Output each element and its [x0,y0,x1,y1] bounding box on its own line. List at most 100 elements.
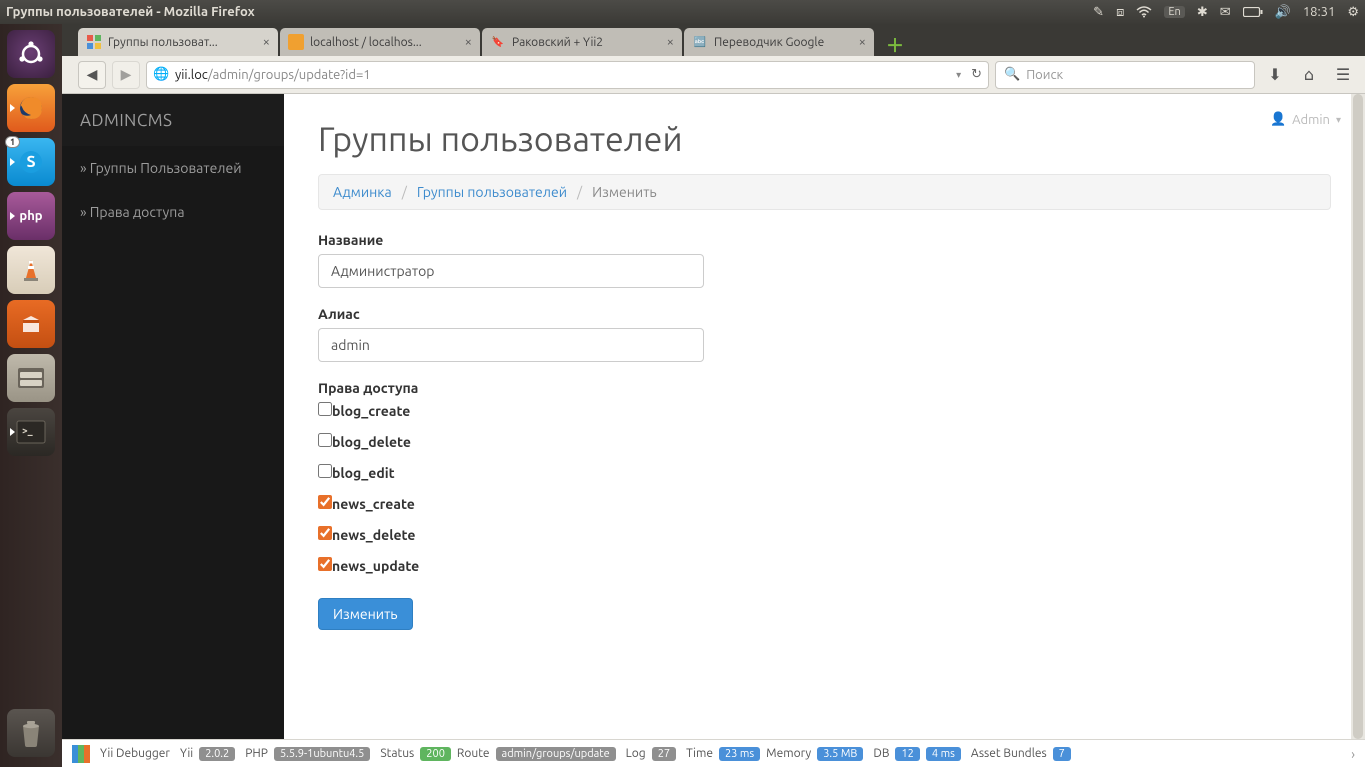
favicon-icon [288,34,304,50]
memory-badge: 3.5 MB [817,747,863,761]
browser-toolbar: ◀ ▶ 🌐 yii.loc/admin/groups/update?id=1 ▾… [0,56,1365,94]
home-button[interactable]: ⌂ [1295,61,1323,89]
vertical-scrollbar[interactable] [1351,94,1365,739]
php-label: PHP [245,747,268,760]
mail-icon[interactable]: ✉ [1220,5,1231,20]
search-icon: 🔍 [1004,67,1020,82]
db-time-badge: 4 ms [926,747,961,761]
permission-checkbox[interactable] [318,402,332,416]
log-label: Log [626,747,646,760]
tab-label: Раковский + Yii2 [512,36,661,49]
tab-label: Группы пользоват... [108,36,257,49]
permission-item[interactable]: blog_delete [318,433,1331,450]
reload-icon[interactable]: ↻ [971,67,982,82]
brand-title[interactable]: ADMINCMS [62,94,284,146]
permission-checkbox[interactable] [318,526,332,540]
permission-item[interactable]: blog_edit [318,464,1331,481]
launcher-dash[interactable] [7,30,55,78]
tab-phpmyadmin[interactable]: localhost / localhos... × [280,28,480,56]
route-badge: admin/groups/update [496,747,616,761]
breadcrumb-groups[interactable]: Группы пользователей [417,184,567,200]
route-label: Route [457,747,490,760]
tab-active[interactable]: Группы пользоват... × [78,28,278,56]
tab-label: localhost / localhos... [310,36,459,49]
downloads-button[interactable]: ⬇ [1261,61,1289,89]
back-button[interactable]: ◀ [78,61,106,89]
permission-label: news_update [332,558,419,574]
collapse-toolbar-icon[interactable]: › [1351,746,1355,762]
svg-text:>_: >_ [22,425,33,437]
permission-item[interactable]: news_delete [318,526,1331,543]
forward-button[interactable]: ▶ [112,61,140,89]
sidebar-item-user-groups[interactable]: » Группы Пользователей [62,146,284,190]
breadcrumb-admin[interactable]: Админка [333,184,392,200]
memory-label: Memory [766,747,811,760]
history-dropdown-icon[interactable]: ▾ [956,69,961,81]
close-icon[interactable]: × [263,35,270,49]
chevron-down-icon: ▾ [1336,114,1341,126]
permission-checkbox[interactable] [318,433,332,447]
tab-label: Переводчик Google [714,36,853,49]
close-icon[interactable]: × [667,35,674,49]
page-title: Группы пользователей [318,120,1331,158]
volume-icon[interactable]: 🔊 [1275,5,1291,20]
permission-label: blog_create [332,403,410,419]
search-placeholder: Поиск [1026,68,1063,82]
launcher-phpstorm[interactable]: php [7,192,55,240]
new-tab-button[interactable]: ＋ [882,34,908,56]
battery-icon[interactable] [1243,7,1263,17]
system-menu-bar: Группы пользователей - Mozilla Firefox ✎… [0,0,1365,24]
permission-item[interactable]: blog_create [318,402,1331,419]
permissions-list: blog_create blog_delete blog_edit news_crea… [318,402,1331,580]
close-icon[interactable]: × [859,35,866,49]
sidebar-item-access-rights[interactable]: » Права доступа [62,190,284,234]
launcher-firefox[interactable] [7,84,55,132]
name-input[interactable] [318,254,704,288]
yii-logo-icon [72,745,90,763]
menu-button[interactable]: ☰ [1329,61,1357,89]
db-label: DB [873,747,889,760]
page-viewport: ADMINCMS » Группы Пользователей » Права … [62,94,1365,739]
close-icon[interactable]: × [465,35,472,49]
search-bar[interactable]: 🔍 Поиск [995,61,1255,89]
permissions-label: Права доступа [318,380,1331,396]
tab-google-translate[interactable]: 🔤 Переводчик Google × [684,28,874,56]
clock[interactable]: 18:31 [1303,5,1336,19]
launcher-file-manager[interactable] [7,354,55,402]
favicon-icon [86,34,102,50]
permission-checkbox[interactable] [318,495,332,509]
time-badge: 23 ms [719,747,760,761]
admin-sidebar: ADMINCMS » Группы Пользователей » Права … [62,94,284,739]
wifi-icon[interactable] [1136,6,1152,18]
permission-checkbox[interactable] [318,557,332,571]
user-label: Admin [1292,113,1330,127]
dropbox-icon[interactable]: ⧈ [1116,5,1124,20]
launcher-trash[interactable] [7,709,55,757]
tab-yii2[interactable]: 🔖 Раковский + Yii2 × [482,28,682,56]
yii-debug-toolbar[interactable]: Yii Debugger Yii2.0.2 PHP5.5.9-1ubuntu4.… [62,739,1365,767]
keyboard-layout-indicator[interactable]: En [1164,6,1184,18]
permission-item[interactable]: news_update [318,557,1331,574]
submit-button[interactable]: Изменить [318,598,413,630]
status-label: Status [380,747,414,760]
permission-checkbox[interactable] [318,464,332,478]
launcher-skype[interactable]: 1S [7,138,55,186]
window-title: Группы пользователей - Mozilla Firefox [6,5,1093,19]
unity-launcher: 1S php >_ [0,24,62,767]
launcher-vlc[interactable] [7,246,55,294]
permission-label: blog_edit [332,465,395,481]
alias-input[interactable] [318,328,704,362]
user-menu[interactable]: 👤 Admin ▾ [1270,112,1341,127]
debugger-title: Yii Debugger [100,747,170,760]
assets-badge: 7 [1053,747,1071,761]
bluetooth-icon[interactable]: ✱ [1197,5,1208,20]
feather-icon[interactable]: ✎ [1093,5,1104,20]
launcher-terminal[interactable]: >_ [7,408,55,456]
url-bar[interactable]: 🌐 yii.loc/admin/groups/update?id=1 ▾ ↻ [146,61,989,89]
yii-label: Yii [180,747,193,760]
permission-label: blog_delete [332,434,411,450]
launcher-software-center[interactable] [7,300,55,348]
gear-icon[interactable]: ⚙ [1347,5,1359,20]
permission-item[interactable]: news_create [318,495,1331,512]
site-identity-icon[interactable]: 🌐 [153,67,169,83]
